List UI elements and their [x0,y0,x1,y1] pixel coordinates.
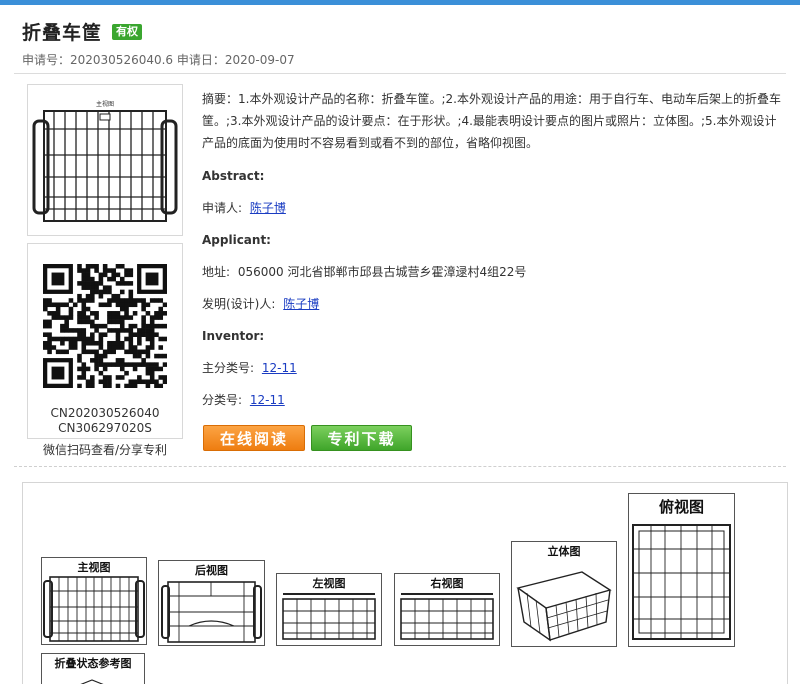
view-rear[interactable]: 后视图 [158,560,265,646]
view-front[interactable]: 主视图 [41,557,147,645]
applicant-label: Applicant: [202,233,271,247]
header-divider [14,73,786,74]
class-link[interactable]: 12-11 [250,393,285,407]
address-row: 地址: 056000 河北省邯郸市邱县古城营乡霍漳逯村4组22号 [202,256,782,288]
application-meta: 申请号：202030526040.6 申请日：2020-09-07 [22,53,295,67]
product-image-label: 主视图 [96,100,114,108]
patent-download-button[interactable]: 专利下载 [311,425,412,451]
status-badge: 有权 [112,23,143,40]
inventor-label: Inventor: [202,329,265,343]
view-folded[interactable]: 折叠状态参考图 [41,653,145,684]
inventor-link[interactable]: 陈子博 [283,297,319,311]
applicant-cn-label: 申请人: [202,201,243,215]
product-image[interactable]: 主视图 [27,84,183,236]
abstract-label: Abstract: [202,169,265,183]
inventor-row: Inventor: [202,320,782,352]
applicant-cn-row: 申请人: 陈子博 [202,192,782,224]
page-title: 折叠车筐 [22,22,103,44]
basket-top-drawing [632,524,731,640]
abstract-label-row: Abstract: [202,160,782,192]
address-value: 056000 河北省邯郸市邱县古城营乡霍漳逯村4组22号 [237,265,527,279]
view-right[interactable]: 右视图 [394,573,500,646]
patent-info: 摘要：1.本外观设计产品的名称：折叠车筐。;2.本外观设计产品的用途：用于自行车… [202,88,782,416]
basket-right-drawing [400,593,494,640]
abstract-text: 摘要：1.本外观设计产品的名称：折叠车筐。;2.本外观设计产品的用途：用于自行车… [202,92,781,150]
inventor-cn-row: 发明(设计)人: 陈子博 [202,288,782,320]
address-label: 地址: [202,265,231,279]
basket-rear-drawing [161,581,262,643]
qr-code-card[interactable]: CN202030526040 CN306297020S [27,243,183,439]
title-row: 折叠车筐 有权 [22,18,143,45]
inventor-cn-label: 发明(设计)人: [202,297,276,311]
view-perspective[interactable]: 立体图 [511,541,617,647]
qr-publication-number: CN306297020S [58,421,152,435]
main-class-label: 主分类号: [202,361,255,375]
qr-application-number: CN202030526040 [50,406,160,420]
applicant-row: Applicant: [202,224,782,256]
applicant-link[interactable]: 陈子博 [250,201,286,215]
basket-front-drawing [43,576,145,642]
basket-perspective-drawing [516,571,612,642]
basket-left-drawing [282,593,376,640]
main-class-row: 主分类号: 12-11 [202,352,782,384]
view-perspective-label: 立体图 [547,545,581,558]
basket-front-image: 主视图 [32,100,178,222]
qr-code[interactable] [43,264,167,388]
basket-folded-drawing [80,679,104,684]
top-accent-bar [0,0,800,5]
view-top[interactable]: 俯视图 [628,493,735,647]
view-folded-label: 折叠状态参考图 [54,657,132,670]
main-class-link[interactable]: 12-11 [262,361,297,375]
drawings-panel: 主视图 后视图 左视图 右视图 立体图 俯视图 折叠状态参考图 [22,482,788,684]
read-online-button[interactable]: 在线阅读 [203,425,305,451]
view-top-label: 俯视图 [658,498,704,516]
class-label: 分类号: [202,393,243,407]
qr-caption: 微信扫码查看/分享专利 [42,443,168,457]
class-row: 分类号: 12-11 [202,384,782,416]
section-divider [14,466,786,467]
view-left[interactable]: 左视图 [276,573,382,646]
